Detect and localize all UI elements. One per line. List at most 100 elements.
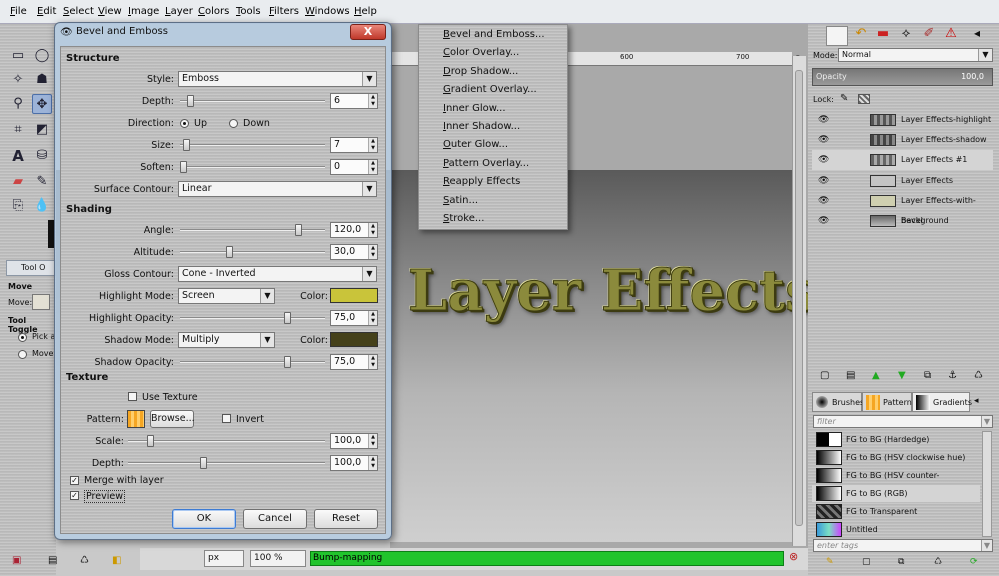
delete-gradient-icon[interactable]: ♺: [934, 557, 942, 567]
scrollbar-thumb[interactable]: [795, 70, 803, 526]
gradient-item[interactable]: FG to BG (HSV clockwise hue): [812, 449, 980, 466]
brushes-tab[interactable]: Brushes: [812, 392, 864, 412]
menu-item-stroke[interactable]: Stroke...: [443, 213, 484, 224]
move-mode-button[interactable]: [32, 294, 50, 310]
warning-icon[interactable]: ⚠: [940, 26, 962, 46]
altitude-slider-track[interactable]: [180, 251, 325, 253]
depth-slider-handle[interactable]: [186, 95, 194, 107]
menu-help[interactable]: Help: [354, 6, 377, 17]
spinner-arrows-icon[interactable]: ▲ ▼: [368, 138, 377, 152]
soften-slider-handle[interactable]: [180, 161, 187, 173]
bucket-fill-icon[interactable]: ⛁: [32, 146, 52, 166]
eraser-icon[interactable]: ▰: [8, 172, 28, 192]
pattern-swatch[interactable]: [127, 410, 145, 428]
new-layer-group-icon[interactable]: ▤: [846, 370, 855, 381]
menu-edit[interactable]: Edit: [37, 6, 56, 17]
highlight-color-button[interactable]: [330, 288, 378, 303]
tool-options-tab[interactable]: Tool O: [6, 260, 56, 276]
channels-icon[interactable]: ▬: [872, 26, 894, 46]
gradient-item[interactable]: FG to Transparent: [812, 503, 980, 520]
gradients-tab[interactable]: Gradients: [912, 392, 972, 412]
spinner-arrows-icon[interactable]: ▲ ▼: [368, 245, 377, 259]
visibility-eye-icon[interactable]: 👁: [818, 191, 829, 211]
cancel-progress-icon[interactable]: ⊗: [789, 550, 798, 563]
depth-slider-track[interactable]: [180, 100, 325, 102]
menu-image[interactable]: Image: [128, 6, 159, 17]
scale-slider-handle[interactable]: [147, 435, 154, 447]
edit-gradient-icon[interactable]: ✎: [826, 557, 834, 567]
merge-layer-checkbox[interactable]: ✓: [70, 476, 79, 485]
paths-icon[interactable]: ⚲: [8, 94, 28, 114]
angle-slider-track[interactable]: [180, 229, 325, 231]
menu-select[interactable]: Select: [63, 6, 94, 17]
spinner-arrows-icon[interactable]: ▲ ▼: [368, 160, 377, 174]
menu-filters[interactable]: Filters: [269, 6, 299, 17]
menu-file[interactable]: File: [10, 6, 27, 17]
visibility-eye-icon[interactable]: 👁: [818, 211, 829, 231]
layer-row[interactable]: 👁 Background: [812, 211, 993, 231]
layer-row[interactable]: 👁 Layer Effects-shadow: [812, 130, 993, 150]
unit-select[interactable]: px: [204, 550, 244, 567]
layer-row[interactable]: 👁 Layer Effects-with-bevel: [812, 191, 993, 225]
highlight-mode-select[interactable]: Screen ▼: [178, 288, 275, 304]
cancel-button[interactable]: Cancel: [243, 509, 307, 529]
texture-depth-spinner[interactable]: 100,0 ▲ ▼: [330, 455, 378, 471]
reset-options-icon[interactable]: ◧: [112, 555, 121, 566]
brush-tab-icon[interactable]: ✐: [918, 26, 940, 46]
close-button[interactable]: X: [350, 24, 386, 40]
scale-spinner[interactable]: 100,0 ▲ ▼: [330, 433, 378, 449]
menu-item-reapply-effects[interactable]: Reapply Effects: [443, 176, 520, 187]
layer-row[interactable]: 👁 Layer Effects: [812, 171, 993, 191]
size-slider-handle[interactable]: [182, 139, 190, 151]
spinner-arrows-icon[interactable]: ▲ ▼: [368, 223, 377, 237]
new-layer-icon[interactable]: ▢: [820, 370, 829, 381]
patterns-tab[interactable]: Patterns: [862, 392, 916, 412]
menu-view[interactable]: View: [98, 6, 122, 17]
spinner-arrows-icon[interactable]: ▲ ▼: [368, 456, 377, 470]
layer-row[interactable]: 👁 Layer Effects-highlight: [812, 110, 993, 130]
altitude-slider-handle[interactable]: [225, 246, 233, 258]
menu-item-inner-shadow[interactable]: Inner Shadow...: [443, 121, 520, 132]
lock-alpha-icon[interactable]: [858, 94, 870, 104]
crop-icon[interactable]: ⌗: [8, 120, 28, 140]
rect-select-icon[interactable]: ▭: [8, 46, 28, 66]
highlight-opacity-slider-track[interactable]: [180, 317, 325, 319]
lower-layer-icon[interactable]: ▼: [898, 370, 906, 381]
duplicate-gradient-icon[interactable]: ⧉: [898, 557, 904, 567]
gradient-item[interactable]: FG to BG (Hardedge): [812, 431, 980, 448]
angle-spinner[interactable]: 120,0 ▲ ▼: [330, 222, 378, 238]
menu-item-drop-shadow[interactable]: Drop Shadow...: [443, 66, 518, 77]
vertical-scrollbar[interactable]: [792, 56, 806, 546]
raise-layer-icon[interactable]: ▲: [872, 370, 880, 381]
lock-pixels-icon[interactable]: ✎: [840, 93, 848, 104]
highlight-opacity-slider-handle[interactable]: [283, 312, 291, 324]
gradient-item-selected[interactable]: FG to BG (RGB): [812, 485, 980, 502]
menu-item-outer-glow[interactable]: Outer Glow...: [443, 139, 508, 150]
filter-input[interactable]: filter ▼: [813, 415, 993, 428]
menu-colors[interactable]: Colors: [198, 6, 229, 17]
altitude-spinner[interactable]: 30,0 ▲ ▼: [330, 244, 378, 260]
menu-item-gradient-overlay[interactable]: Gradient Overlay...: [443, 84, 537, 95]
duplicate-layer-icon[interactable]: ⧉: [924, 370, 931, 381]
foreground-select-icon[interactable]: ☗: [32, 70, 52, 90]
menu-item-bevel-emboss[interactable]: Bevel and Emboss...: [443, 29, 545, 40]
spinner-arrows-icon[interactable]: ▲ ▼: [368, 355, 377, 369]
size-slider-track[interactable]: [180, 144, 325, 146]
shadow-mode-select[interactable]: Multiply ▼: [178, 332, 275, 348]
zoom-select[interactable]: 100 %: [250, 550, 306, 567]
use-texture-checkbox[interactable]: [128, 392, 137, 401]
mode-select[interactable]: Normal ▼: [838, 48, 993, 62]
perspective-icon[interactable]: ◩: [32, 120, 52, 140]
reset-button[interactable]: Reset: [314, 509, 378, 529]
highlight-opacity-spinner[interactable]: 75,0 ▲ ▼: [330, 310, 378, 326]
paths-tab-icon[interactable]: ⟡: [895, 26, 917, 46]
color-picker-icon[interactable]: ✎: [32, 172, 52, 192]
configure-tab-icon[interactable]: ◂: [966, 26, 988, 46]
menu-item-color-overlay[interactable]: Color Overlay...: [443, 47, 519, 58]
layers-tab-icon[interactable]: [826, 26, 848, 46]
menu-windows[interactable]: Windows: [305, 6, 350, 17]
ellipse-select-icon[interactable]: ◯: [32, 46, 52, 66]
angle-slider-handle[interactable]: [294, 224, 302, 236]
spinner-arrows-icon[interactable]: ▲ ▼: [368, 311, 377, 325]
texture-depth-slider-handle[interactable]: [200, 457, 208, 469]
